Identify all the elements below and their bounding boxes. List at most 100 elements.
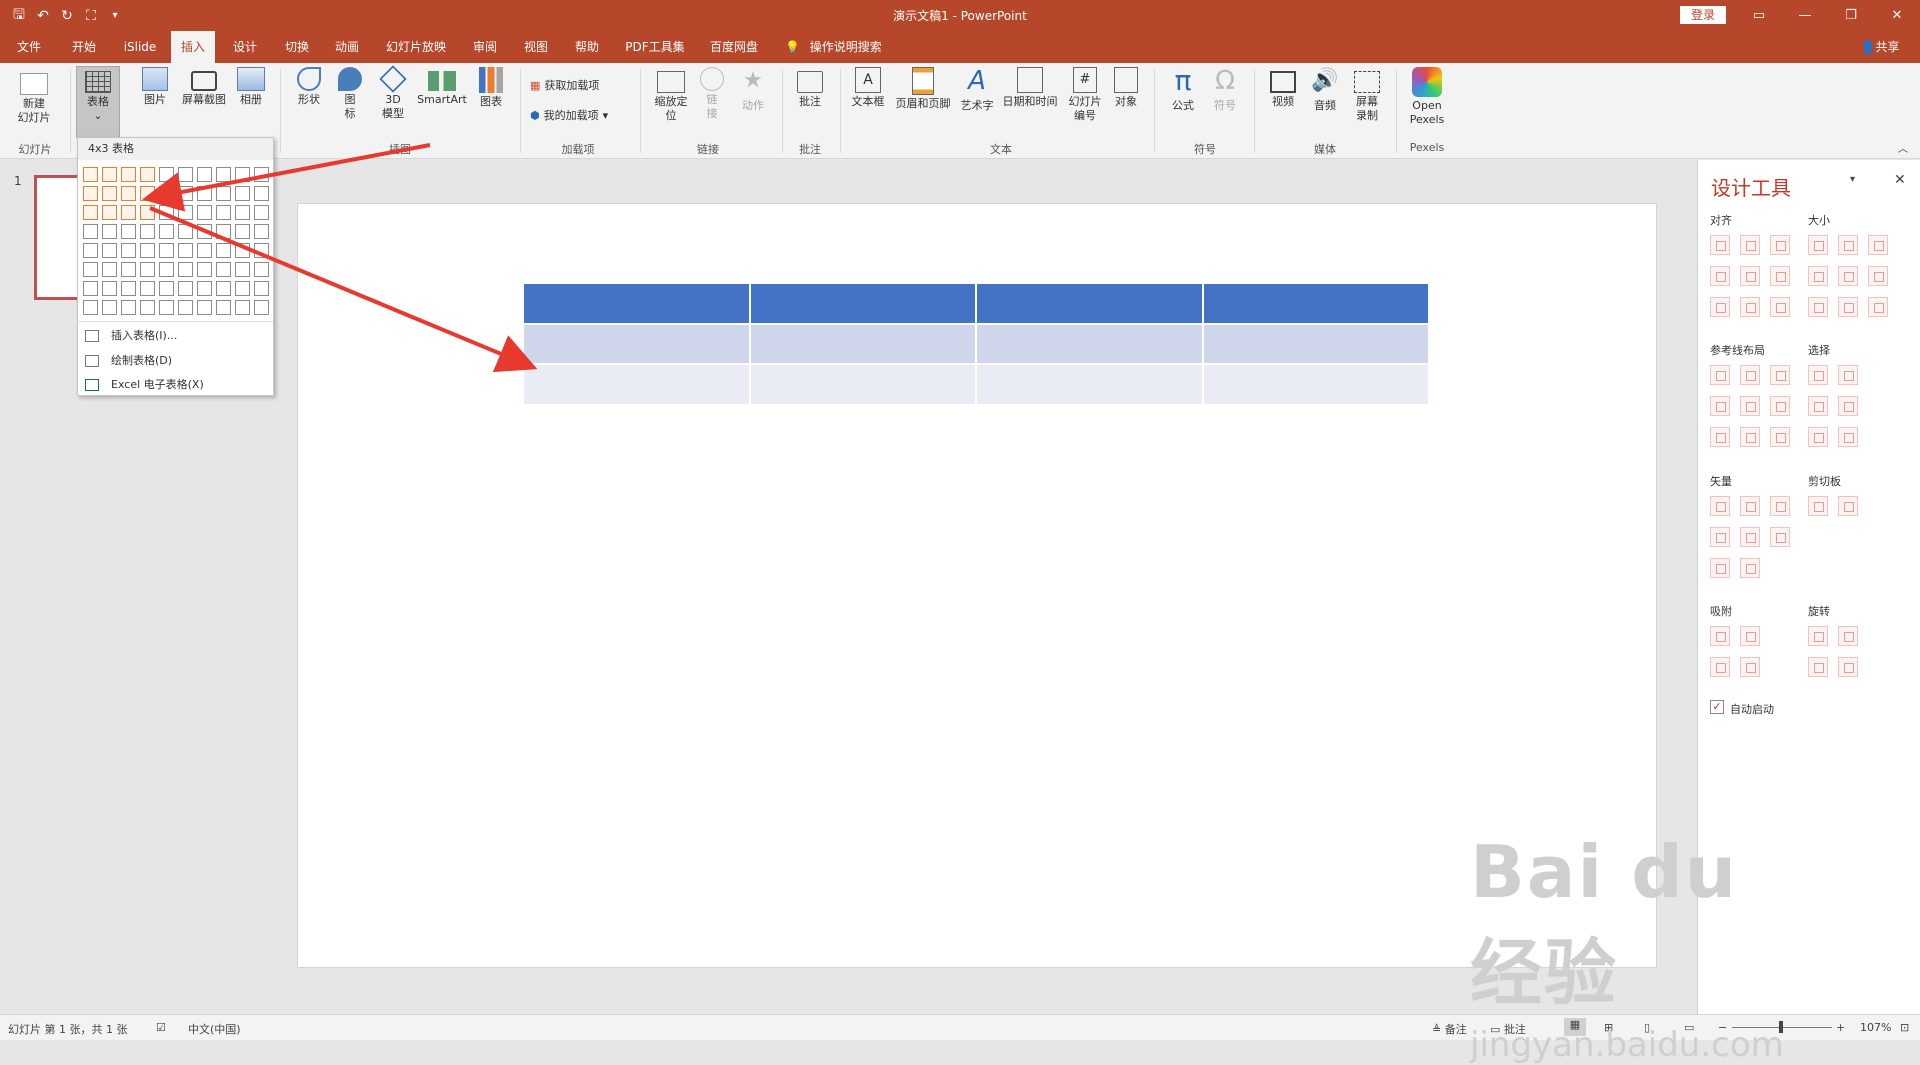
table-grid-cell[interactable] [178,186,193,201]
icons-button[interactable]: 图 标 [336,67,364,121]
minimize-icon[interactable]: — [1782,0,1828,31]
align-tool-icon[interactable] [1710,297,1730,317]
my-addins-button[interactable]: ⬢ 我的加载项 ▾ [530,107,608,123]
smartart-button[interactable]: SmartArt [414,67,470,107]
language-status[interactable]: 中文(中国) [188,1021,241,1037]
align-tool-icon[interactable] [1770,266,1790,286]
link-button[interactable]: 链 接 [698,67,726,121]
tab-help[interactable]: 帮助 [565,31,609,63]
table-button[interactable]: 表格 ⌄ [76,66,120,138]
select-tool-icon[interactable] [1838,396,1858,416]
video-button[interactable]: 视频 [1266,67,1300,109]
snap-tool-icon[interactable] [1740,626,1760,646]
table-cell[interactable] [1203,365,1428,404]
table-cell[interactable] [750,365,975,404]
pane-close-icon[interactable]: ✕ [1894,172,1906,188]
table-grid-cell[interactable] [121,243,136,258]
table-cell[interactable] [524,324,749,364]
size-tool-icon[interactable] [1868,266,1888,286]
table-grid-cell[interactable] [254,224,269,239]
tab-review[interactable]: 审阅 [463,31,507,63]
size-tool-icon[interactable] [1808,266,1828,286]
table-grid-cell[interactable] [102,205,117,220]
vector-tool-icon[interactable] [1710,558,1730,578]
table-cell[interactable] [977,365,1202,404]
table-grid-cell[interactable] [216,205,231,220]
table-grid-cell[interactable] [140,300,155,315]
tab-animations[interactable]: 动画 [325,31,369,63]
rotate-tool-icon[interactable] [1808,626,1828,646]
tab-file[interactable]: 文件 [8,31,50,63]
table-grid-cell[interactable] [254,262,269,277]
slide-table[interactable] [524,284,1430,406]
guide-layout-tool-icon[interactable] [1740,396,1760,416]
table-grid-cell[interactable] [83,224,98,239]
align-tool-icon[interactable] [1710,266,1730,286]
table-grid-cell[interactable] [254,300,269,315]
action-button[interactable]: ★ 动作 [738,67,768,113]
table-grid-cell[interactable] [197,205,212,220]
table-grid-cell[interactable] [140,167,155,182]
table-grid-cell[interactable] [178,281,193,296]
get-addins-button[interactable]: ▦ 获取加载项 [530,77,599,93]
vector-tool-icon[interactable] [1770,527,1790,547]
table-grid-cell[interactable] [254,186,269,201]
guide-layout-tool-icon[interactable] [1770,365,1790,385]
table-cell[interactable] [750,324,975,364]
equation-button[interactable]: π 公式 [1166,67,1200,113]
size-tool-icon[interactable] [1838,235,1858,255]
table-grid-cell[interactable] [102,281,117,296]
table-header-cell[interactable] [1203,284,1428,323]
table-grid-cell[interactable] [216,243,231,258]
align-tool-icon[interactable] [1740,235,1760,255]
table-grid-cell[interactable] [83,167,98,182]
guide-layout-tool-icon[interactable] [1710,365,1730,385]
rotate-tool-icon[interactable] [1838,657,1858,677]
align-tool-icon[interactable] [1770,297,1790,317]
auto-start-checkbox[interactable]: ✓ [1710,700,1724,714]
guide-layout-tool-icon[interactable] [1770,396,1790,416]
table-header-cell[interactable] [524,284,749,323]
guide-layout-tool-icon[interactable] [1740,427,1760,447]
undo-icon[interactable]: ↶ [36,8,50,24]
datetime-button[interactable]: 日期和时间 [1000,67,1060,109]
tab-transitions[interactable]: 切换 [275,31,319,63]
start-slideshow-icon[interactable]: ⛶ [84,8,98,24]
align-tool-icon[interactable] [1740,297,1760,317]
comment-button[interactable]: 批注 [792,67,828,109]
table-grid-cell[interactable] [102,243,117,258]
align-tool-icon[interactable] [1770,235,1790,255]
table-grid-cell[interactable] [178,300,193,315]
table-grid-cell[interactable] [197,186,212,201]
table-grid-cell[interactable] [216,300,231,315]
table-grid-cell[interactable] [83,262,98,277]
table-grid-cell[interactable] [83,243,98,258]
snap-tool-icon[interactable] [1740,657,1760,677]
table-grid-cell[interactable] [102,167,117,182]
table-cell[interactable] [977,324,1202,364]
redo-icon[interactable]: ↻ [60,8,74,24]
table-grid-cell[interactable] [216,167,231,182]
table-grid-cell[interactable] [102,224,117,239]
rotate-tool-icon[interactable] [1808,657,1828,677]
table-grid-cell[interactable] [235,262,250,277]
table-grid-cell[interactable] [235,224,250,239]
vector-tool-icon[interactable] [1740,527,1760,547]
audio-button[interactable]: 🔊 音频 [1308,67,1342,113]
select-tool-icon[interactable] [1808,365,1828,385]
slide-canvas[interactable] [297,203,1657,968]
guide-layout-tool-icon[interactable] [1710,427,1730,447]
table-grid-cell[interactable] [159,224,174,239]
object-button[interactable]: 对象 [1110,67,1142,109]
insert-table-menu-item[interactable]: 插入表格(I)... [78,324,273,348]
rotate-tool-icon[interactable] [1838,626,1858,646]
vector-tool-icon[interactable] [1710,496,1730,516]
table-grid-cell[interactable] [83,186,98,201]
table-grid-cell[interactable] [140,205,155,220]
new-slide-button[interactable]: 新建 幻灯片 [6,67,62,125]
draw-table-menu-item[interactable]: 绘制表格(D) [78,349,273,373]
select-tool-icon[interactable] [1808,427,1828,447]
guide-layout-tool-icon[interactable] [1740,365,1760,385]
table-grid-cell[interactable] [83,205,98,220]
table-grid-cell[interactable] [159,243,174,258]
